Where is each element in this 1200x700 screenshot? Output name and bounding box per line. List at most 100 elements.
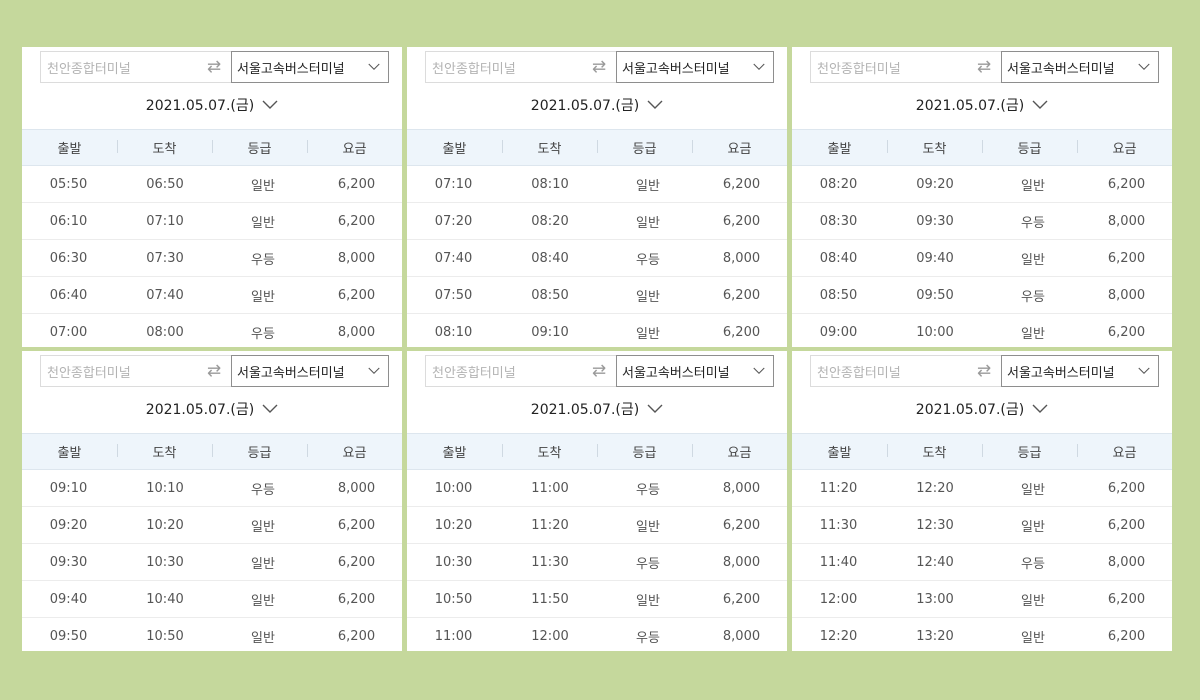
column-header: 요금 <box>307 138 402 157</box>
arrival-time: 11:30 <box>531 554 569 570</box>
schedule-grid: 천안종합터미널 ⇄ 서울고속버스터미널 2021.05.07.(금) 출발 도착 등급 요금 0… <box>0 0 1200 700</box>
table-row[interactable]: 10:50 11:50 일반 6,200 <box>407 581 787 618</box>
table-row[interactable]: 09:40 10:40 일반 6,200 <box>22 581 402 618</box>
table-row[interactable]: 08:30 09:30 우등 8,000 <box>792 203 1172 240</box>
bus-grade: 일반 <box>251 519 275 535</box>
fare: 6,200 <box>1107 591 1146 607</box>
table-row[interactable]: 10:00 11:00 우등 8,000 <box>407 470 787 507</box>
table-row[interactable]: 11:40 12:40 우등 8,000 <box>792 544 1172 581</box>
origin-input[interactable]: 천안종합터미널 <box>810 51 967 83</box>
table-row[interactable]: 09:30 10:30 일반 6,200 <box>22 544 402 581</box>
arrival-time: 09:50 <box>916 287 954 303</box>
arrival-time: 07:30 <box>146 250 184 266</box>
destination-label: 서울고속버스터미널 <box>237 61 345 77</box>
column-header: 출발 <box>442 142 467 157</box>
destination-select[interactable]: 서울고속버스터미널 <box>616 355 774 387</box>
table-row[interactable]: 11:00 12:00 우등 8,000 <box>407 618 787 651</box>
table-row[interactable]: 08:50 09:50 우등 8,000 <box>792 277 1172 314</box>
origin-input[interactable]: 천안종합터미널 <box>425 355 582 387</box>
origin-input[interactable]: 천안종합터미널 <box>810 355 967 387</box>
table-row[interactable]: 07:00 08:00 우등 8,000 <box>22 314 402 347</box>
table-row[interactable]: 07:20 08:20 일반 6,200 <box>407 203 787 240</box>
departure-time: 07:50 <box>434 287 473 303</box>
arrival-time: 11:50 <box>531 591 569 607</box>
route-selector: 천안종합터미널 ⇄ 서울고속버스터미널 <box>40 355 390 387</box>
table-row[interactable]: 10:20 11:20 일반 6,200 <box>407 507 787 544</box>
date-selector[interactable]: 2021.05.07.(금) <box>792 397 1172 421</box>
arrival-time: 09:10 <box>531 324 569 340</box>
arrival-time: 10:20 <box>146 517 184 533</box>
swap-arrows-icon: ⇄ <box>591 361 607 381</box>
route-selector: 천안종합터미널 ⇄ 서울고속버스터미널 <box>40 51 390 83</box>
table-row[interactable]: 08:40 09:40 일반 6,200 <box>792 240 1172 277</box>
swap-button[interactable]: ⇄ <box>197 355 231 387</box>
table-row[interactable]: 07:10 08:10 일반 6,200 <box>407 166 787 203</box>
fare: 6,200 <box>1107 324 1146 340</box>
table-row[interactable]: 09:00 10:00 일반 6,200 <box>792 314 1172 347</box>
destination-select[interactable]: 서울고속버스터미널 <box>1001 355 1159 387</box>
table-row[interactable]: 12:20 13:20 일반 6,200 <box>792 618 1172 651</box>
table-row[interactable]: 08:20 09:20 일반 6,200 <box>792 166 1172 203</box>
swap-button[interactable]: ⇄ <box>967 51 1001 83</box>
date-selector[interactable]: 2021.05.07.(금) <box>407 397 787 421</box>
destination-select[interactable]: 서울고속버스터미널 <box>616 51 774 83</box>
origin-input[interactable]: 천안종합터미널 <box>40 51 197 83</box>
departure-time: 12:00 <box>819 591 858 607</box>
bus-grade: 우등 <box>251 326 275 342</box>
table-row[interactable]: 06:30 07:30 우등 8,000 <box>22 240 402 277</box>
swap-button[interactable]: ⇄ <box>582 355 616 387</box>
bus-grade: 일반 <box>636 519 660 535</box>
table-row[interactable]: 11:30 12:30 일반 6,200 <box>792 507 1172 544</box>
date-selector[interactable]: 2021.05.07.(금) <box>407 93 787 117</box>
table-row[interactable]: 09:20 10:20 일반 6,200 <box>22 507 402 544</box>
date-label: 2021.05.07.(금) <box>145 402 255 418</box>
fare: 8,000 <box>1107 213 1146 229</box>
swap-arrows-icon: ⇄ <box>206 361 222 381</box>
schedule-table: 09:10 10:10 우등 8,000 09:20 10:20 일반 6,200 09:30 1… <box>22 470 402 651</box>
fare: 6,200 <box>1107 250 1146 266</box>
fare: 6,200 <box>1107 628 1146 644</box>
departure-time: 05:50 <box>49 176 88 192</box>
destination-select[interactable]: 서울고속버스터미널 <box>231 51 389 83</box>
table-row[interactable]: 07:50 08:50 일반 6,200 <box>407 277 787 314</box>
fare: 6,200 <box>722 213 761 229</box>
table-row[interactable]: 12:00 13:00 일반 6,200 <box>792 581 1172 618</box>
fare: 6,200 <box>337 554 376 570</box>
column-header: 출발 <box>827 446 852 461</box>
swap-button[interactable]: ⇄ <box>582 51 616 83</box>
fare: 6,200 <box>337 213 376 229</box>
departure-time: 10:50 <box>434 591 473 607</box>
origin-input[interactable]: 천안종합터미널 <box>425 51 582 83</box>
date-selector[interactable]: 2021.05.07.(금) <box>22 93 402 117</box>
table-row[interactable]: 11:20 12:20 일반 6,200 <box>792 470 1172 507</box>
destination-select[interactable]: 서울고속버스터미널 <box>231 355 389 387</box>
departure-time: 11:00 <box>434 628 473 644</box>
origin-input[interactable]: 천안종합터미널 <box>40 355 197 387</box>
date-label: 2021.05.07.(금) <box>915 402 1025 418</box>
column-header: 출발 <box>57 142 82 157</box>
date-selector[interactable]: 2021.05.07.(금) <box>22 397 402 421</box>
table-row[interactable]: 08:10 09:10 일반 6,200 <box>407 314 787 347</box>
arrival-time: 13:00 <box>916 591 954 607</box>
swap-button[interactable]: ⇄ <box>967 355 1001 387</box>
table-row[interactable]: 10:30 11:30 우등 8,000 <box>407 544 787 581</box>
swap-button[interactable]: ⇄ <box>197 51 231 83</box>
column-header: 등급 <box>212 442 307 461</box>
table-row[interactable]: 09:50 10:50 일반 6,200 <box>22 618 402 651</box>
column-header: 등급 <box>597 442 692 461</box>
date-selector[interactable]: 2021.05.07.(금) <box>792 93 1172 117</box>
date-label: 2021.05.07.(금) <box>530 402 640 418</box>
column-header: 도착 <box>502 442 597 461</box>
table-row[interactable]: 09:10 10:10 우등 8,000 <box>22 470 402 507</box>
schedule-table: 11:20 12:20 일반 6,200 11:30 12:30 일반 6,200 11:40 1… <box>792 470 1172 651</box>
destination-select[interactable]: 서울고속버스터미널 <box>1001 51 1159 83</box>
table-row[interactable]: 05:50 06:50 일반 6,200 <box>22 166 402 203</box>
table-row[interactable]: 06:10 07:10 일반 6,200 <box>22 203 402 240</box>
column-header: 도착 <box>887 138 982 157</box>
table-row[interactable]: 07:40 08:40 우등 8,000 <box>407 240 787 277</box>
destination-label: 서울고속버스터미널 <box>1007 61 1115 77</box>
table-row[interactable]: 06:40 07:40 일반 6,200 <box>22 277 402 314</box>
departure-time: 07:40 <box>434 250 473 266</box>
departure-time: 07:00 <box>49 324 88 340</box>
departure-time: 07:20 <box>434 213 473 229</box>
